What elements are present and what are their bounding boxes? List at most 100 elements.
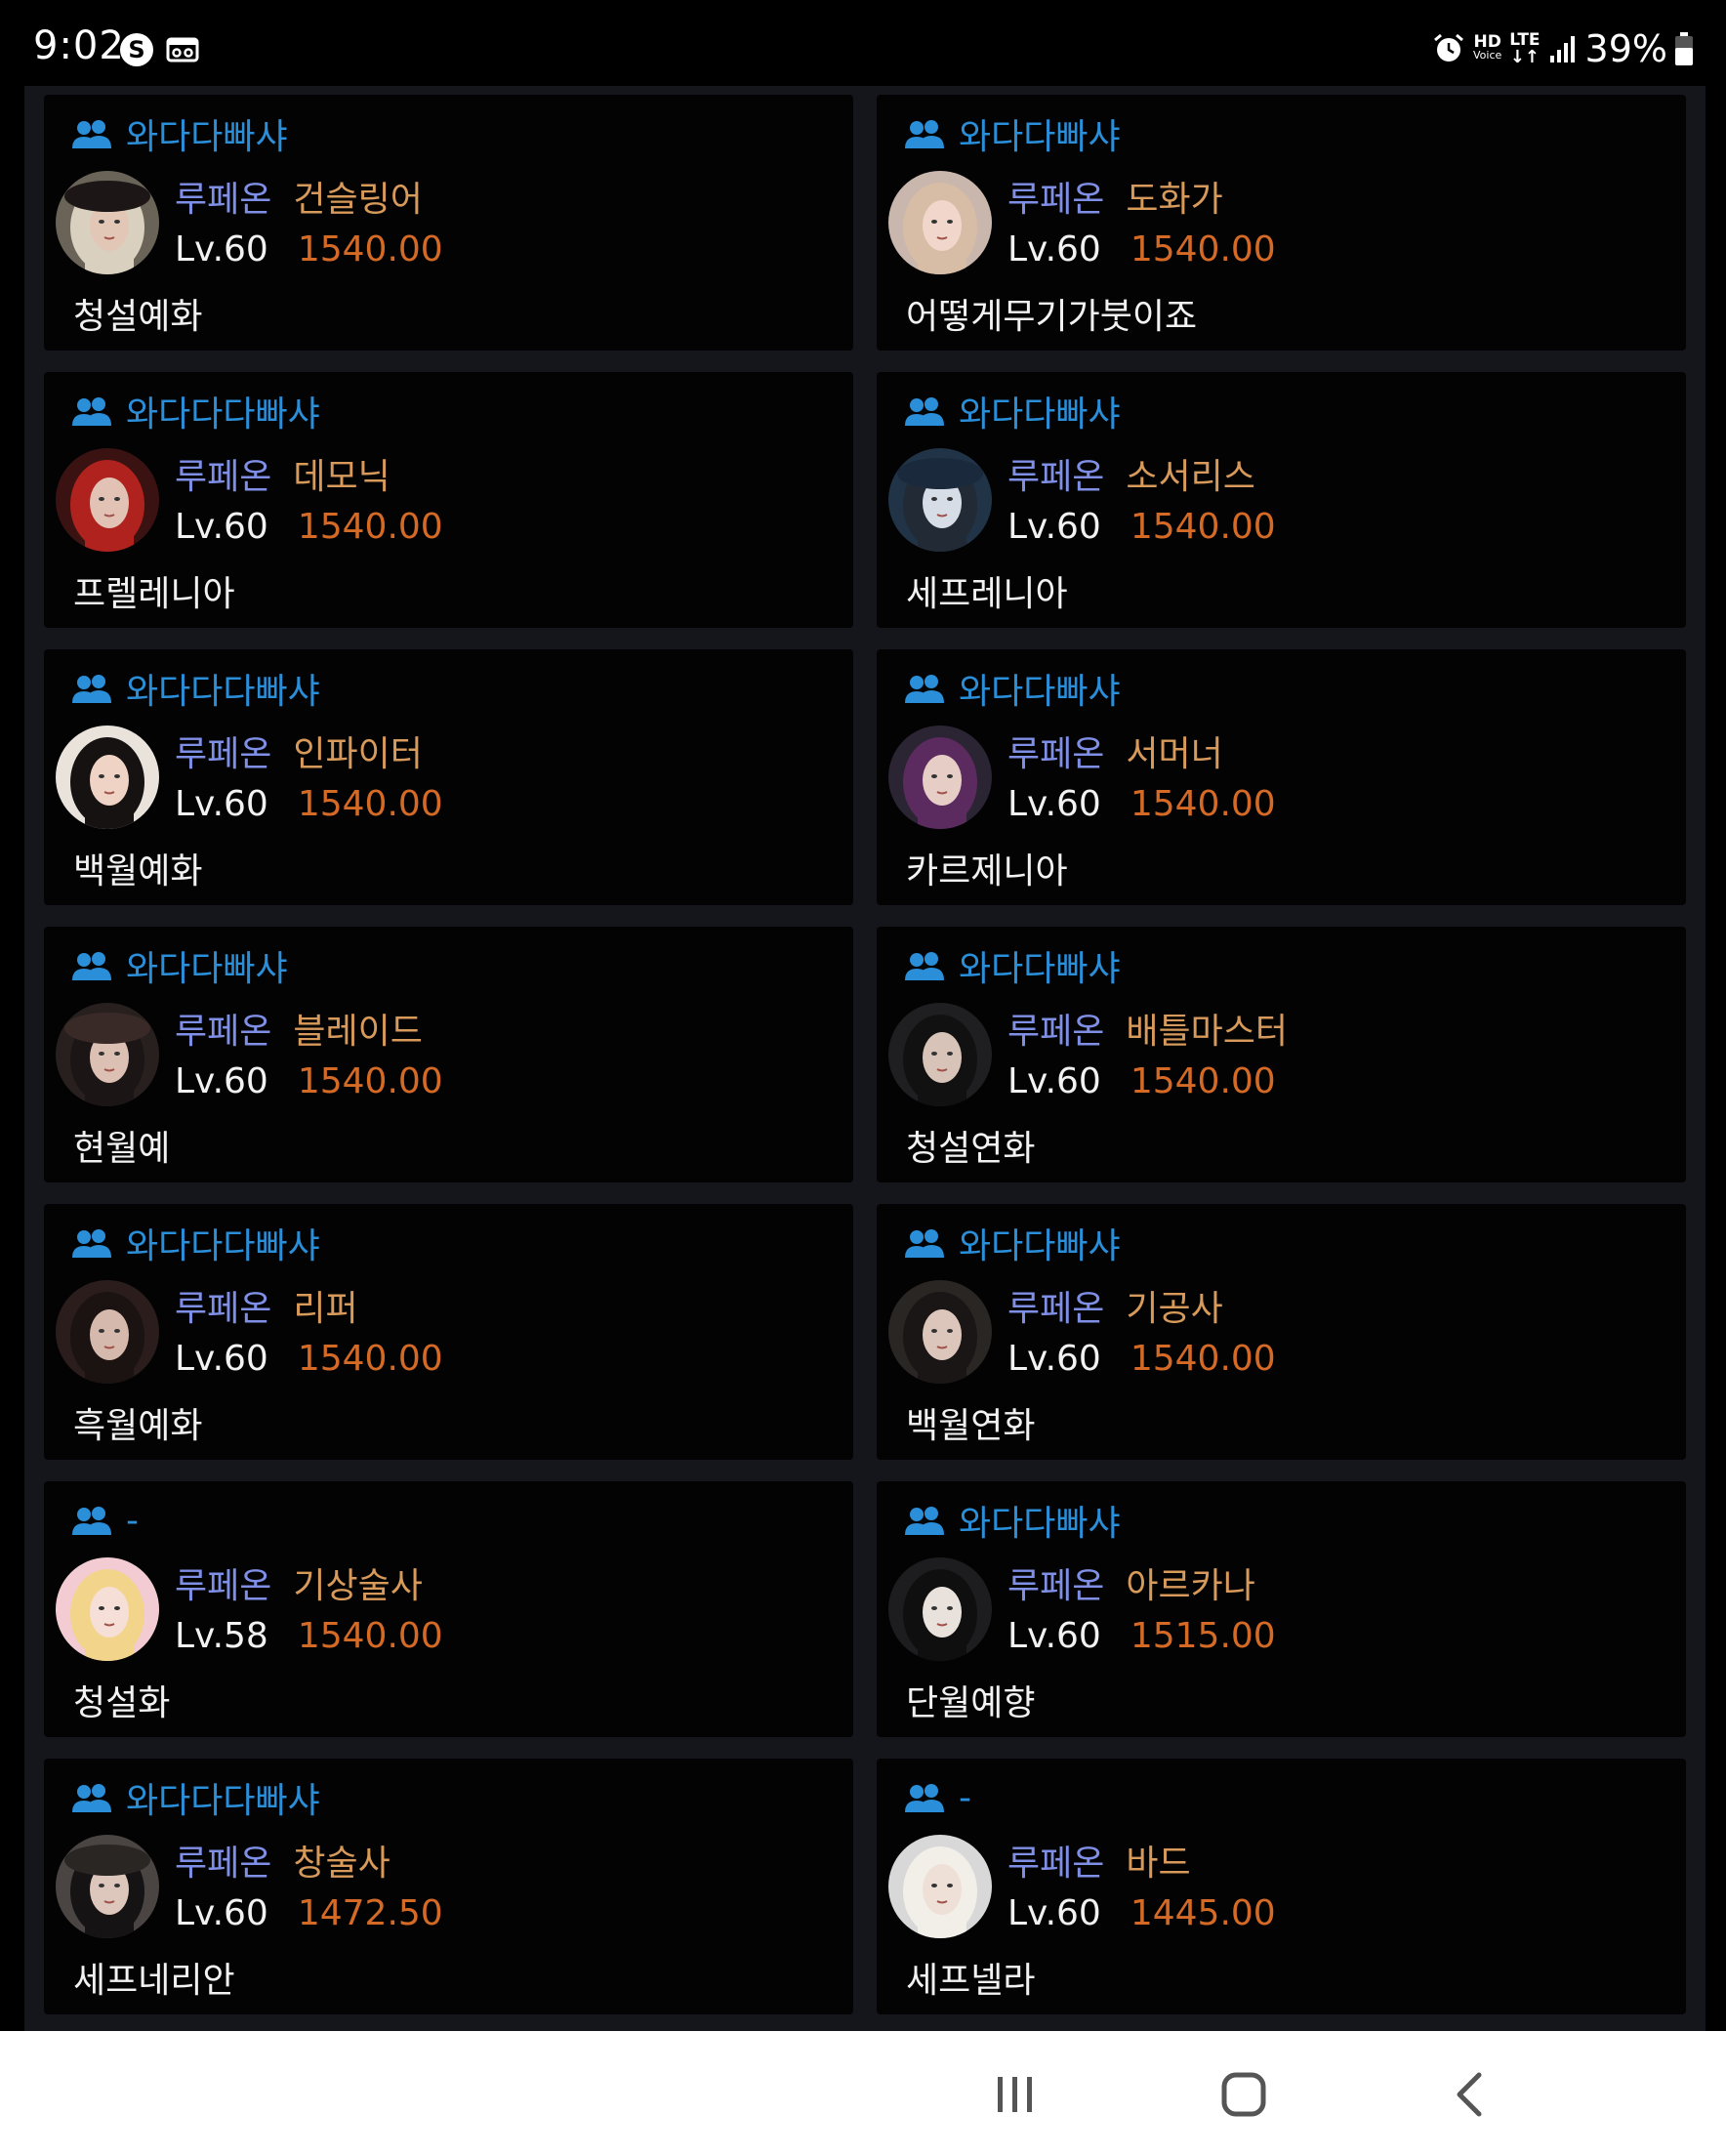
- back-icon[interactable]: [1438, 2060, 1506, 2129]
- item-level: 1540.00: [297, 1061, 443, 1101]
- guild-members-icon: [905, 1229, 944, 1258]
- guild-name: 와다다빠샤: [959, 394, 1121, 435]
- guild-name: 와다다빠샤: [959, 949, 1121, 989]
- character-level: Lv.60: [175, 229, 268, 270]
- character-card[interactable]: 와다다다빠샤 루페온 데모닉 Lv.60 1540.00 프렐레니아: [44, 372, 853, 628]
- guild-row: 와다다빠샤: [904, 667, 1121, 712]
- server-name: 루페온: [1007, 1844, 1105, 1884]
- character-level: Lv.60: [175, 784, 268, 824]
- level-row: Lv.60 1540.00: [1007, 1061, 1276, 1106]
- server-class-row: 루페온 기상술사: [175, 1557, 423, 1606]
- character-level: Lv.60: [175, 1893, 268, 1933]
- character-name: 어떻게무기가붓이죠: [906, 297, 1198, 337]
- character-avatar: [56, 171, 159, 274]
- character-level: Lv.60: [1007, 1061, 1101, 1101]
- server-class-row: 루페온 데모닉: [175, 448, 390, 497]
- class-name: 도화가: [1126, 180, 1223, 220]
- character-name: 백월연화: [906, 1406, 1036, 1446]
- item-level: 1540.00: [297, 507, 443, 547]
- server-name: 루페온: [175, 734, 272, 774]
- level-row: Lv.60 1540.00: [1007, 1339, 1276, 1384]
- character-card[interactable]: 와다다빠샤 루페온 기공사 Lv.60 1540.00 백월연화: [877, 1204, 1686, 1460]
- guild-members-icon: [72, 397, 111, 426]
- recent-apps-icon[interactable]: [981, 2060, 1049, 2129]
- status-bar: 9:02 S HD Voice LTE ↓↑ 39%: [0, 0, 1726, 86]
- class-name: 아르카나: [1126, 1566, 1255, 1606]
- character-card[interactable]: 와다다빠샤 루페온 소서리스 Lv.60 1540.00 세프레니아: [877, 372, 1686, 628]
- guild-members-icon: [72, 675, 111, 703]
- character-level: Lv.60: [175, 1061, 268, 1101]
- guild-row: 와다다다빠샤: [71, 1776, 320, 1821]
- character-card[interactable]: 와다다빠샤 루페온 배틀마스터 Lv.60 1540.00 청설연화: [877, 927, 1686, 1182]
- s-app-icon: S: [120, 33, 153, 66]
- guild-name: -: [959, 1777, 971, 1818]
- level-row: Lv.60 1445.00: [1007, 1893, 1276, 1938]
- guild-row: 와다다빠샤: [904, 112, 1121, 157]
- item-level: 1540.00: [1130, 229, 1276, 270]
- guild-row: -: [904, 1776, 971, 1819]
- character-card[interactable]: - 루페온 바드 Lv.60 1445.00 세프넬라: [877, 1759, 1686, 2014]
- item-level: 1540.00: [297, 1616, 443, 1656]
- character-name: 세프레니아: [906, 574, 1068, 614]
- guild-members-icon: [905, 952, 944, 980]
- character-card[interactable]: 와다다빠샤 루페온 도화가 Lv.60 1540.00 어떻게무기가붓이죠: [877, 95, 1686, 351]
- item-level: 1540.00: [1130, 784, 1276, 824]
- character-card[interactable]: 와다다다빠샤 루페온 인파이터 Lv.60 1540.00 백월예화: [44, 649, 853, 905]
- guild-members-icon: [72, 1784, 111, 1812]
- character-avatar: [56, 1835, 159, 1938]
- guild-row: 와다다다빠샤: [71, 1222, 320, 1266]
- server-name: 루페온: [175, 1012, 272, 1052]
- server-name: 루페온: [175, 1289, 272, 1329]
- server-class-row: 루페온 서머너: [1007, 726, 1223, 774]
- server-class-row: 루페온 건슬링어: [175, 171, 423, 220]
- server-class-row: 루페온 소서리스: [1007, 448, 1255, 497]
- server-class-row: 루페온 인파이터: [175, 726, 423, 774]
- class-name: 블레이드: [293, 1012, 423, 1052]
- battery-icon: [1675, 32, 1693, 65]
- character-avatar: [56, 1003, 159, 1106]
- level-row: Lv.60 1540.00: [1007, 507, 1276, 552]
- class-name: 바드: [1126, 1844, 1191, 1884]
- guild-row: 와다다빠샤: [904, 390, 1121, 435]
- home-icon[interactable]: [1210, 2060, 1278, 2129]
- character-card[interactable]: 와다다다빠샤 루페온 창술사 Lv.60 1472.50 세프네리안: [44, 1759, 853, 2014]
- roster-panel: 와다다빠샤 루페온 건슬링어 Lv.60 1540.00 청설예화 와다다빠샤: [24, 86, 1705, 2031]
- class-name: 배틀마스터: [1126, 1012, 1288, 1052]
- server-name: 루페온: [1007, 1566, 1105, 1606]
- server-class-row: 루페온 블레이드: [175, 1003, 423, 1052]
- battery-percent: 39%: [1584, 27, 1667, 70]
- class-name: 건슬링어: [293, 180, 423, 220]
- character-name: 프렐레니아: [73, 574, 235, 614]
- character-name: 청설연화: [906, 1129, 1036, 1169]
- item-level: 1540.00: [1130, 1339, 1276, 1379]
- character-name: 현월예: [73, 1129, 171, 1169]
- character-card[interactable]: 와다다빠샤 루페온 아르카나 Lv.60 1515.00 단월예향: [877, 1481, 1686, 1737]
- character-name: 세프네리안: [73, 1961, 235, 2001]
- server-name: 루페온: [1007, 1289, 1105, 1329]
- character-card[interactable]: 와다다빠샤 루페온 건슬링어 Lv.60 1540.00 청설예화: [44, 95, 853, 351]
- item-level: 1540.00: [1130, 507, 1276, 547]
- guild-members-icon: [905, 120, 944, 148]
- guild-name: 와다다빠샤: [126, 117, 288, 157]
- level-row: Lv.58 1540.00: [175, 1616, 443, 1661]
- status-icons: HD Voice LTE ↓↑ 39%: [1432, 27, 1693, 70]
- character-name: 청설화: [73, 1683, 171, 1723]
- server-class-row: 루페온 기공사: [1007, 1280, 1223, 1329]
- class-name: 기공사: [1126, 1289, 1223, 1329]
- character-avatar: [888, 1557, 992, 1661]
- character-card[interactable]: - 루페온 기상술사 Lv.58 1540.00 청설화: [44, 1481, 853, 1737]
- character-avatar: [56, 448, 159, 552]
- lte-icon: LTE ↓↑: [1509, 30, 1541, 67]
- signal-icon: [1549, 36, 1575, 62]
- class-name: 서머너: [1126, 734, 1223, 774]
- guild-row: 와다다다빠샤: [71, 390, 320, 435]
- guild-name: 와다다빠샤: [959, 117, 1121, 157]
- server-class-row: 루페온 배틀마스터: [1007, 1003, 1288, 1052]
- guild-name: 와다다빠샤: [126, 949, 288, 989]
- character-card[interactable]: 와다다빠샤 루페온 서머너 Lv.60 1540.00 카르제니아: [877, 649, 1686, 905]
- level-row: Lv.60 1515.00: [1007, 1616, 1276, 1661]
- character-card[interactable]: 와다다다빠샤 루페온 리퍼 Lv.60 1540.00 흑월예화: [44, 1204, 853, 1460]
- character-level: Lv.60: [175, 507, 268, 547]
- character-avatar: [888, 726, 992, 829]
- character-card[interactable]: 와다다빠샤 루페온 블레이드 Lv.60 1540.00 현월예: [44, 927, 853, 1182]
